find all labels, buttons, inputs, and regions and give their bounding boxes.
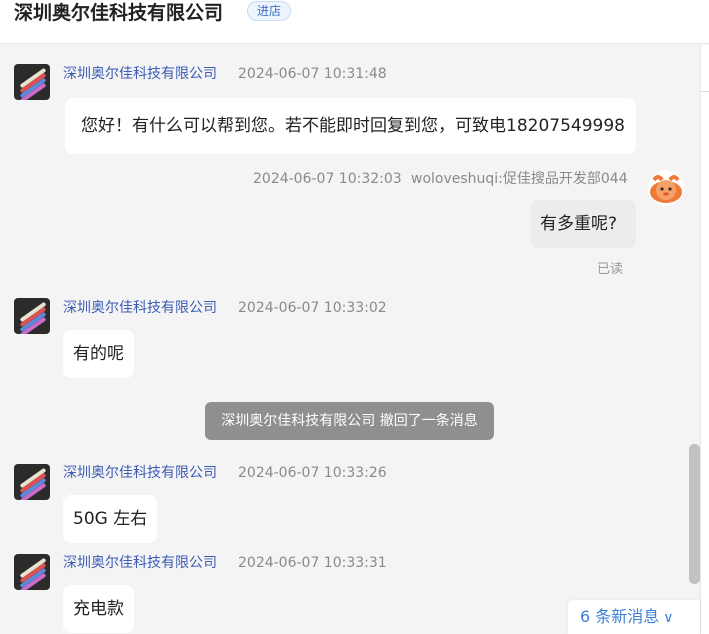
enter-shop-button[interactable]: 进店	[247, 1, 292, 21]
chevron-down-icon: ∨	[663, 610, 674, 626]
message-sender: 深圳奥尔佳科技有限公司	[63, 300, 217, 316]
message-sender: 深圳奥尔佳科技有限公司	[63, 555, 217, 571]
message-time: 2024-06-07 10:31:48	[238, 66, 387, 82]
message-sender: 深圳奥尔佳科技有限公司	[63, 66, 217, 82]
message-sender: 深圳奥尔佳科技有限公司	[63, 465, 217, 481]
shop-avatar[interactable]	[14, 464, 50, 500]
message-bubble: 50G 左右	[63, 495, 158, 543]
message-bubble: 有的呢	[63, 330, 134, 378]
user-avatar-icon[interactable]	[648, 170, 684, 206]
shop-avatar[interactable]	[14, 64, 50, 100]
shop-title: 深圳奥尔佳科技有限公司	[14, 2, 224, 24]
chat-header: 深圳奥尔佳科技有限公司 进店	[0, 0, 709, 44]
shop-avatar[interactable]	[14, 298, 50, 334]
shop-avatar[interactable]	[14, 554, 50, 590]
message-time: 2024-06-07 10:33:26	[238, 465, 387, 481]
new-messages-label: 6 条新消息	[580, 607, 660, 626]
right-panel-edge	[700, 45, 709, 634]
message-time: 2024-06-07 10:33:02	[238, 300, 387, 316]
message-bubble: 充电款	[63, 585, 134, 633]
message-time: 2024-06-07 10:33:31	[238, 555, 387, 571]
message-sender: woloveshuqi:促佳搜品开发部044	[411, 171, 628, 187]
recall-notice: 深圳奥尔佳科技有限公司 撤回了一条消息	[205, 402, 494, 440]
message-bubble: 有多重呢?	[530, 200, 636, 248]
new-messages-button[interactable]: 6 条新消息 ∨	[568, 600, 700, 634]
message-time: 2024-06-07 10:32:03	[253, 171, 402, 187]
chat-scrollbar[interactable]	[689, 444, 700, 584]
read-status: 已读	[597, 262, 624, 277]
message-bubble: 您好！有什么可以帮到您。若不能即时回复到您，可致电18207549998	[65, 98, 636, 154]
